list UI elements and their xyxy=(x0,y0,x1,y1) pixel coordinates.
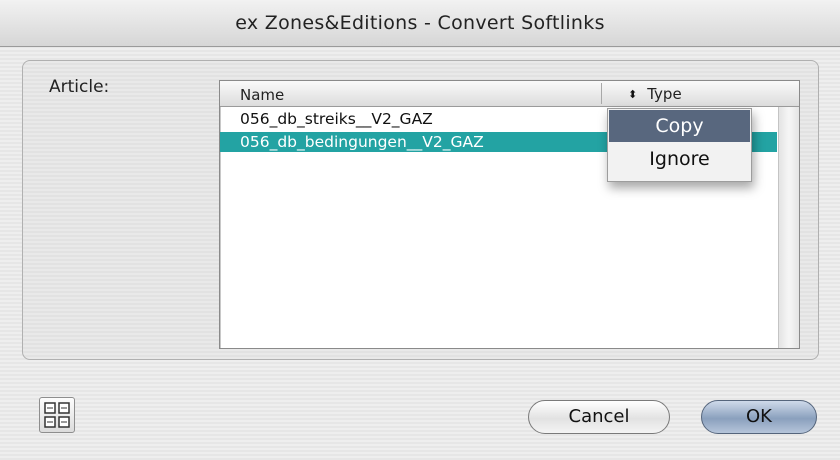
row-name: 056_db_bedingungen__V2_GAZ xyxy=(240,133,484,151)
column-header-type-label: Type xyxy=(647,85,682,103)
column-header-name[interactable]: Name xyxy=(240,86,284,104)
column-divider[interactable] xyxy=(601,83,602,104)
grid-layout-icon xyxy=(44,402,70,428)
popup-option-copy[interactable]: Copy xyxy=(609,110,750,142)
cancel-button[interactable]: Cancel xyxy=(528,400,670,434)
type-popup-menu[interactable]: Copy Ignore xyxy=(607,108,752,182)
window-title: ex Zones&Editions - Convert Softlinks xyxy=(235,12,605,34)
popup-option-ignore[interactable]: Ignore xyxy=(609,143,750,175)
vertical-scrollbar[interactable] xyxy=(778,107,799,348)
layout-toggle-button[interactable] xyxy=(39,397,75,433)
sort-arrows-icon[interactable]: ⬍ xyxy=(628,89,637,100)
article-label: Article: xyxy=(49,77,110,97)
column-header-type[interactable]: ⬍ Type xyxy=(628,85,682,103)
list-header: Name ⬍ Type xyxy=(220,81,799,107)
title-bar: ex Zones&Editions - Convert Softlinks xyxy=(0,0,840,47)
ok-button[interactable]: OK xyxy=(701,400,817,434)
row-name: 056_db_streiks__V2_GAZ xyxy=(240,110,433,128)
dialog-window: ex Zones&Editions - Convert Softlinks Ar… xyxy=(0,0,840,460)
